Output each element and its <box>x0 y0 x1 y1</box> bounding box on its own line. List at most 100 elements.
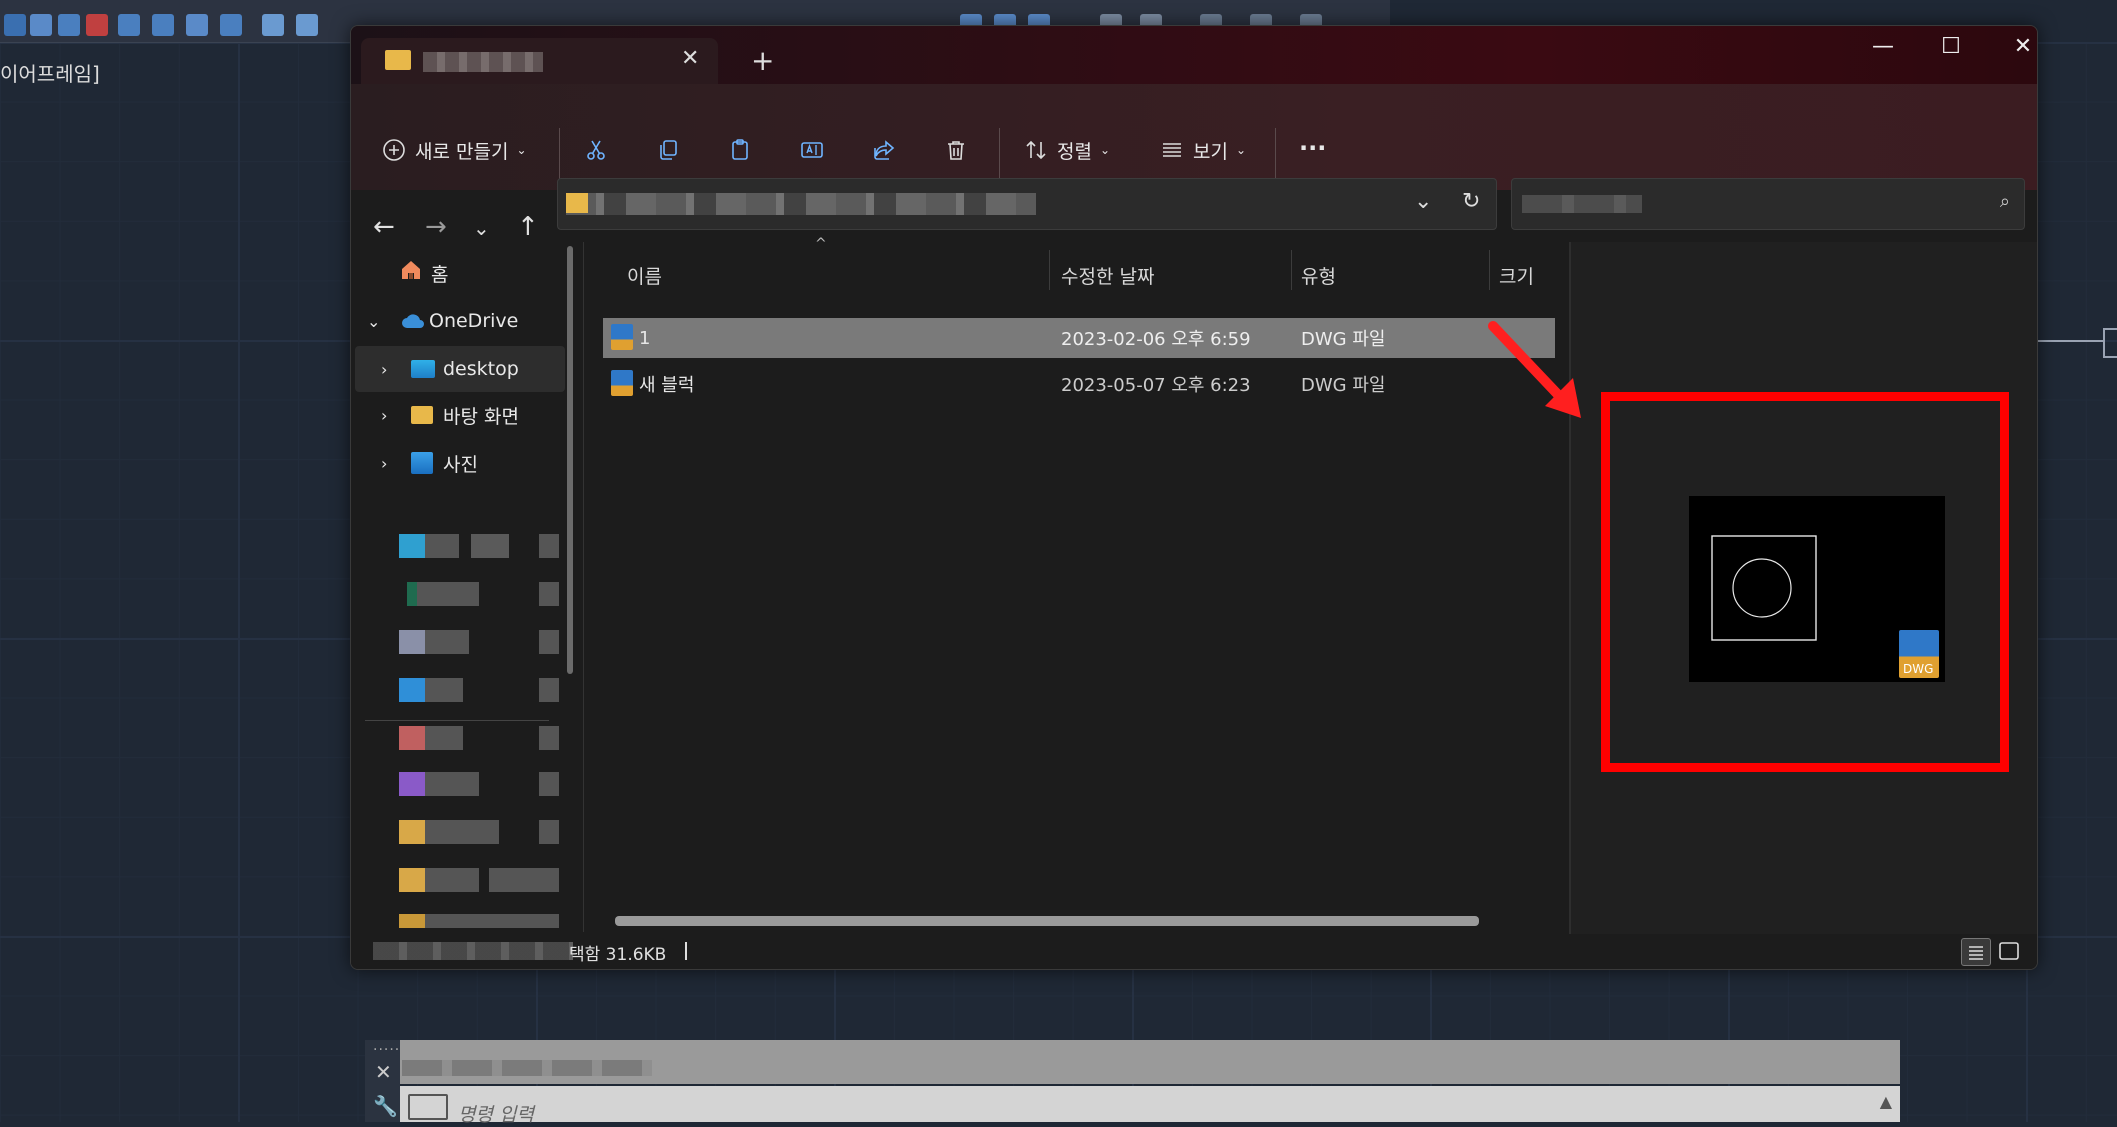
desktop-icon <box>411 360 435 378</box>
viewport-style-label[interactable]: 이어프레임] <box>0 58 100 87</box>
file-row[interactable]: 새 블럭 2023-05-07 오후 6:23 DWG 파일 <box>603 364 1555 404</box>
chevron-right-icon[interactable]: › <box>381 406 387 425</box>
folder-icon <box>566 193 588 213</box>
nav-item-photos[interactable]: › 사진 <box>351 440 587 486</box>
new-button-label: 새로 만들기 <box>415 140 509 163</box>
view-button[interactable]: 보기 ⌄ <box>1159 132 1246 168</box>
nav-item-desktop-ko[interactable]: › 바탕 화면 <box>351 392 587 438</box>
nav-item-pinned[interactable] <box>399 726 559 750</box>
forward-arrow-icon[interactable]: → <box>425 212 447 242</box>
tab-close-icon[interactable]: ✕ <box>681 46 699 71</box>
new-button[interactable]: 새로 만들기 ⌄ <box>381 132 527 168</box>
command-history-text <box>402 1060 652 1076</box>
toolbar-icon[interactable] <box>58 14 80 36</box>
nav-scrollbar[interactable] <box>567 246 573 674</box>
recent-locations-chevron-icon[interactable]: ⌄ <box>473 216 490 240</box>
search-input[interactable]: ⌕ <box>1511 178 2025 230</box>
new-tab-button[interactable]: + <box>751 44 774 77</box>
back-arrow-icon[interactable]: ← <box>373 212 395 242</box>
file-row[interactable]: 1 2023-02-06 오후 6:59 DWG 파일 <box>603 318 1555 358</box>
close-icon[interactable]: ✕ <box>375 1060 392 1084</box>
pane-divider[interactable] <box>583 242 584 932</box>
nav-item-pinned[interactable] <box>399 534 559 558</box>
status-item-count <box>373 942 573 960</box>
nav-label-home: 홈 <box>431 263 449 286</box>
nav-item-desktop[interactable]: › desktop <box>355 346 565 392</box>
column-header-name[interactable]: 이름 <box>627 262 662 289</box>
up-arrow-icon[interactable]: ↑ <box>517 212 539 242</box>
minimize-button[interactable]: — <box>1863 34 1903 59</box>
column-separator[interactable] <box>1489 250 1490 290</box>
rename-button[interactable] <box>799 132 825 168</box>
chevron-down-icon[interactable]: ⌄ <box>367 312 380 331</box>
toolbar-icon[interactable] <box>118 14 140 36</box>
horizontal-scrollbar[interactable] <box>615 916 1479 926</box>
title-bar[interactable]: ✕ + — ☐ ✕ <box>351 26 2037 84</box>
toolbar-icon[interactable] <box>4 14 26 36</box>
command-line-handle[interactable]: ······ ✕ 🔧 <box>365 1040 405 1122</box>
copy-button[interactable] <box>655 132 681 168</box>
address-path <box>566 193 1036 215</box>
status-cursor <box>685 942 687 960</box>
preview-highlight-box <box>1601 392 2009 772</box>
nav-item-pinned[interactable] <box>399 820 559 844</box>
toolbar-icon[interactable] <box>186 14 208 36</box>
search-icon: ⌕ <box>1999 191 2010 212</box>
command-input[interactable]: ▲ <box>400 1086 1900 1122</box>
thumbnail-view-button[interactable] <box>1995 938 2023 964</box>
toolbar-icon[interactable] <box>152 14 174 36</box>
chevron-down-icon: ⌄ <box>516 143 527 157</box>
file-type: DWG 파일 <box>1301 329 1386 350</box>
share-icon <box>871 137 897 163</box>
toolbar-icon[interactable] <box>30 14 52 36</box>
sort-arrows-icon <box>1023 137 1049 163</box>
sort-button-label: 정렬 <box>1057 140 1092 163</box>
trash-icon <box>943 137 969 163</box>
address-history-chevron-icon[interactable]: ⌄ <box>1414 189 1432 214</box>
sort-button[interactable]: 정렬 ⌄ <box>1023 132 1110 168</box>
chevron-up-icon[interactable]: ▲ <box>1880 1092 1892 1111</box>
copy-icon <box>655 137 681 163</box>
refresh-icon[interactable]: ↻ <box>1462 189 1480 214</box>
add-circle-icon <box>381 137 407 163</box>
chevron-right-icon[interactable]: › <box>381 454 387 473</box>
wrench-icon[interactable]: 🔧 <box>373 1094 398 1118</box>
cut-button[interactable] <box>583 132 609 168</box>
nav-item-home[interactable]: 홈 <box>351 250 587 296</box>
file-type: DWG 파일 <box>1301 375 1386 396</box>
red-arrow-annotation <box>1488 321 1581 418</box>
column-header-modified[interactable]: 수정한 날짜 <box>1061 262 1154 289</box>
nav-item-pinned[interactable] <box>399 678 559 702</box>
paste-button[interactable] <box>727 132 753 168</box>
rename-icon <box>799 137 825 163</box>
details-view-button[interactable] <box>1961 938 1991 966</box>
nav-item-pinned[interactable] <box>399 914 559 928</box>
delete-button[interactable] <box>943 132 969 168</box>
toolbar-icon[interactable] <box>220 14 242 36</box>
nav-item-pinned[interactable] <box>399 582 559 606</box>
column-header-size[interactable]: 크기 <box>1499 262 1534 289</box>
thumbnail-view-icon <box>1999 942 2019 960</box>
column-header-type[interactable]: 유형 <box>1301 262 1336 289</box>
explorer-tab[interactable]: ✕ <box>361 38 718 84</box>
nav-item-pinned[interactable] <box>399 630 559 654</box>
toolbar-separator <box>559 128 560 180</box>
column-separator[interactable] <box>1291 250 1292 290</box>
nav-item-onedrive[interactable]: ⌄ OneDrive <box>351 298 587 344</box>
address-bar[interactable]: ⌄ ↻ <box>557 178 1497 230</box>
toolbar-icon[interactable] <box>86 14 108 36</box>
column-separator[interactable] <box>1049 250 1050 290</box>
chevron-right-icon[interactable]: › <box>381 360 387 379</box>
nav-label-onedrive: OneDrive <box>429 310 519 332</box>
maximize-button[interactable]: ☐ <box>1931 34 1971 59</box>
share-button[interactable] <box>871 132 897 168</box>
nav-item-pinned[interactable] <box>399 772 559 796</box>
home-icon <box>399 258 423 288</box>
more-options-button[interactable]: ··· <box>1299 130 1326 166</box>
close-window-button[interactable]: ✕ <box>2003 34 2037 59</box>
nav-item-pinned[interactable] <box>399 868 559 892</box>
view-button-label: 보기 <box>1193 140 1228 163</box>
toolbar-icon[interactable] <box>296 14 318 36</box>
command-menu-icon[interactable] <box>408 1094 448 1120</box>
toolbar-icon[interactable] <box>262 14 284 36</box>
